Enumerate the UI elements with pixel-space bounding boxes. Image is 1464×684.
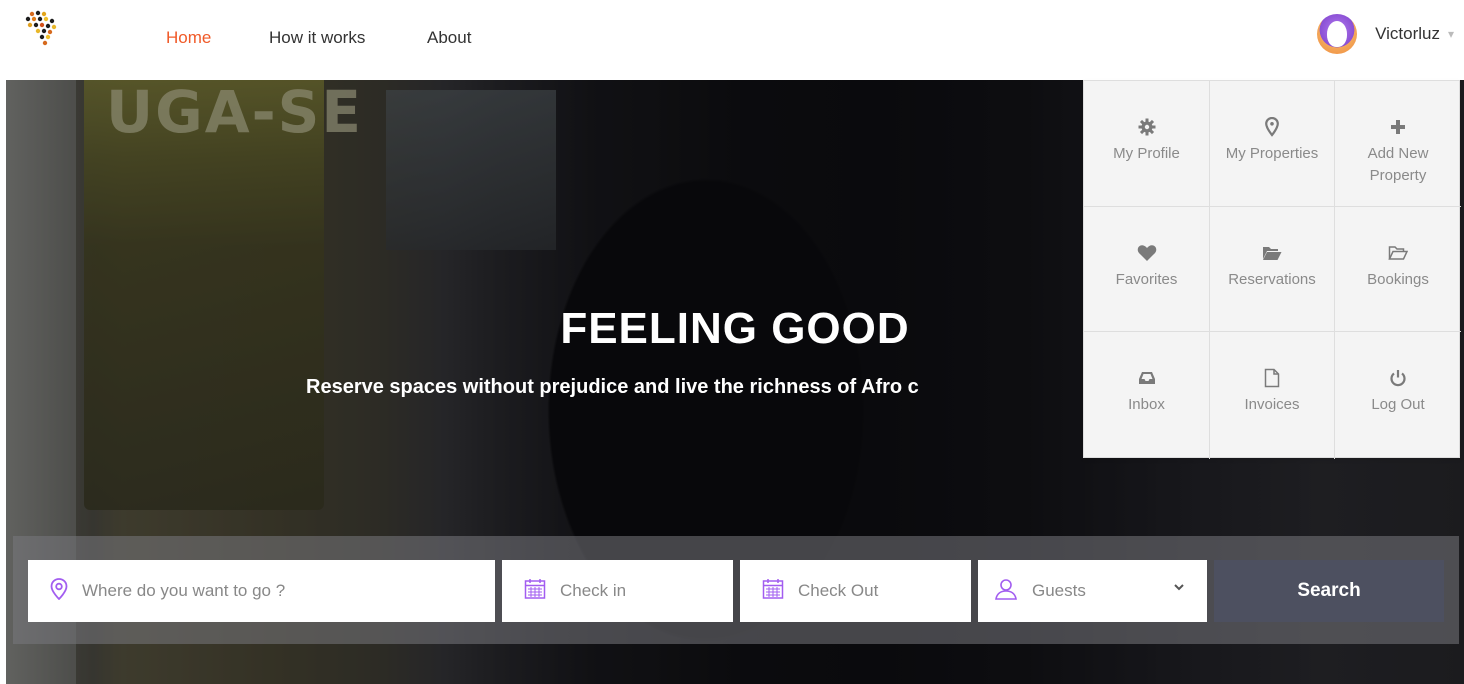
menu-item-my-properties[interactable]: My Properties <box>1210 81 1335 207</box>
inbox-icon <box>1138 368 1156 388</box>
search-button[interactable]: Search <box>1214 560 1444 622</box>
destination-placeholder: Where do you want to go ? <box>82 581 286 600</box>
hero-subtitle: Reserve spaces without prejudice and liv… <box>306 376 919 398</box>
menu-item-label: Log Out <box>1371 396 1425 413</box>
heart-icon <box>1137 243 1157 263</box>
guests-placeholder: Guests <box>1032 581 1086 600</box>
file-icon <box>1264 368 1280 388</box>
menu-item-label: My Profile <box>1113 145 1180 162</box>
menu-item-label: Reservations <box>1228 271 1316 288</box>
user-icon <box>994 578 1018 605</box>
menu-item-log-out[interactable]: Log Out <box>1335 332 1461 459</box>
menu-item-add-new-property[interactable]: Add New Property <box>1335 81 1461 207</box>
map-pin-icon <box>50 577 68 605</box>
checkin-placeholder: Check in <box>560 581 627 600</box>
menu-item-favorites[interactable]: Favorites <box>1084 207 1210 332</box>
calendar-icon <box>762 578 784 605</box>
checkout-placeholder: Check Out <box>798 581 879 600</box>
user-dropdown-menu: My Profile My Properties Add New Propert… <box>1083 80 1461 459</box>
menu-item-inbox[interactable]: Inbox <box>1084 332 1210 459</box>
calendar-icon <box>524 578 546 605</box>
site-logo[interactable] <box>18 8 62 48</box>
checkout-input[interactable]: Check Out <box>740 560 971 622</box>
menu-item-label: My Properties <box>1225 145 1319 162</box>
menu-item-my-profile[interactable]: My Profile <box>1084 81 1210 207</box>
plus-icon <box>1390 117 1406 137</box>
power-icon <box>1389 368 1407 388</box>
menu-item-bookings[interactable]: Bookings <box>1335 207 1461 332</box>
folder-outline-icon <box>1388 243 1408 263</box>
menu-item-reservations[interactable]: Reservations <box>1210 207 1335 332</box>
menu-item-label: Invoices <box>1244 396 1300 413</box>
user-menu-toggle[interactable]: Victorluz ▾ <box>1317 14 1454 54</box>
folder-open-icon <box>1262 243 1282 263</box>
nav-how-it-works-link[interactable]: How it works <box>269 28 365 48</box>
menu-item-label: Bookings <box>1367 271 1429 288</box>
menu-item-label: Inbox <box>1128 396 1165 413</box>
nav-home-link[interactable]: Home <box>166 28 211 48</box>
destination-input[interactable]: Where do you want to go ? <box>28 560 495 622</box>
menu-item-invoices[interactable]: Invoices <box>1210 332 1335 459</box>
caret-down-icon: ▾ <box>1447 27 1454 41</box>
chevron-down-icon <box>1173 580 1185 595</box>
africa-logo-icon <box>25 10 57 46</box>
nav-about-link[interactable]: About <box>427 28 471 48</box>
gear-icon <box>1138 117 1156 137</box>
checkin-input[interactable]: Check in <box>502 560 733 622</box>
avatar <box>1317 14 1358 54</box>
menu-item-label: Favorites <box>1115 271 1178 288</box>
menu-item-label: Add New Property <box>1367 145 1429 184</box>
map-pin-icon <box>1265 117 1279 137</box>
guests-select[interactable]: Guests <box>978 560 1207 622</box>
username: Victorluz <box>1375 24 1440 43</box>
top-navbar: Home How it works About Victorluz ▾ <box>0 0 1464 80</box>
search-bar: Where do you want to go ? Check in Check… <box>13 536 1459 644</box>
